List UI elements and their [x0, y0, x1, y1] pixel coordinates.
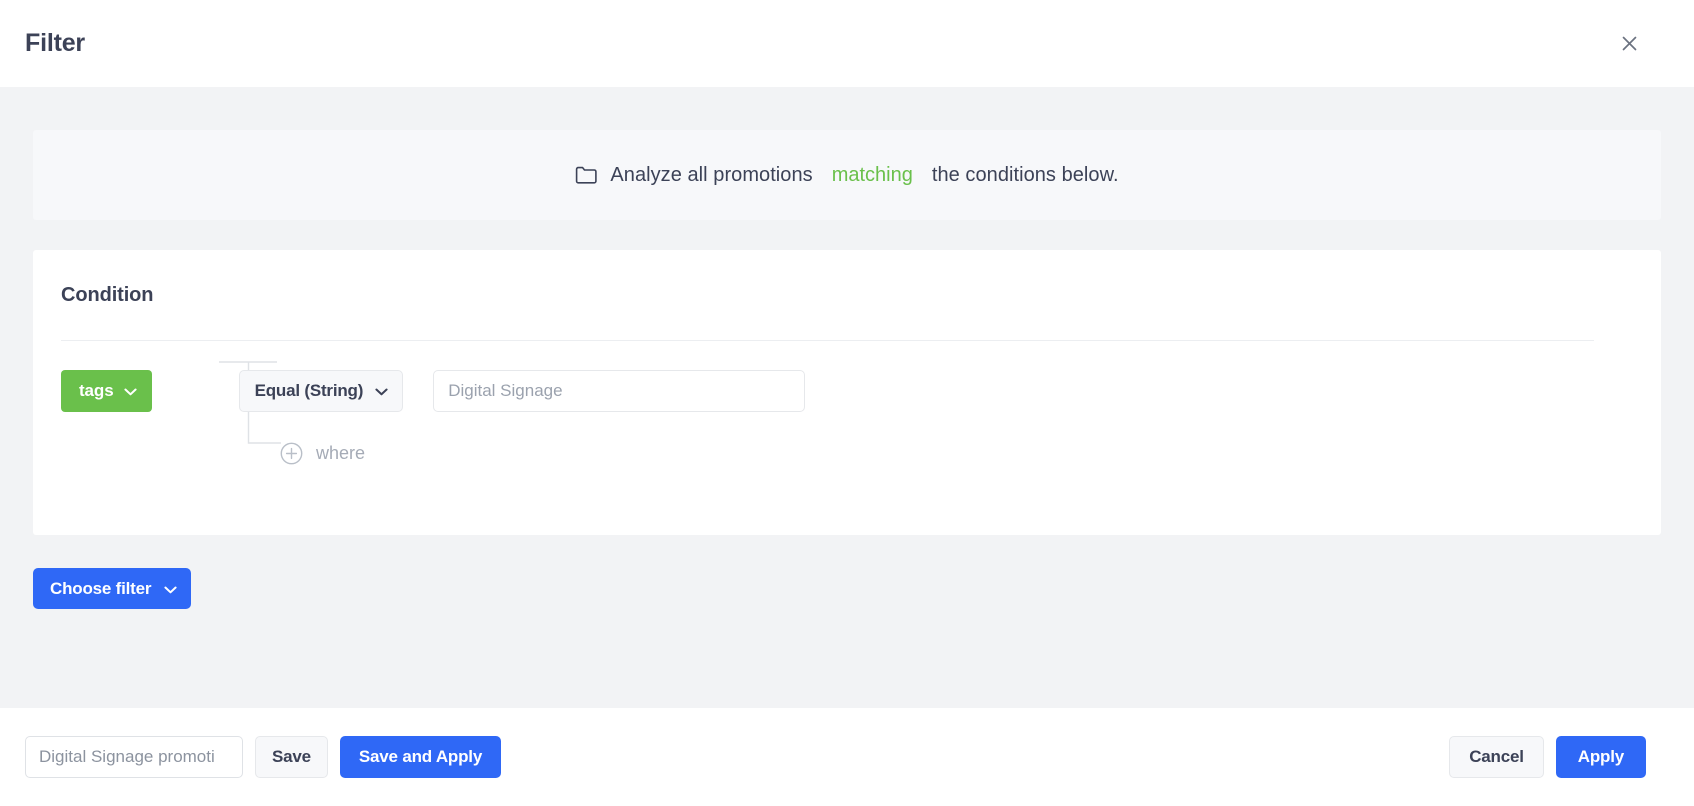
rule-operator-selector[interactable]: Equal (String)	[239, 370, 404, 412]
folder-icon	[575, 165, 598, 186]
footer-right-actions: Cancel Apply	[1449, 736, 1664, 778]
choose-filter-button[interactable]: Choose filter	[33, 568, 191, 609]
page-title: Filter	[25, 29, 85, 58]
filter-dialog: Filter Analyze all promotions matching t…	[0, 0, 1694, 806]
rule-field-selector[interactable]: tags	[61, 370, 152, 412]
filter-name-input[interactable]	[25, 736, 243, 778]
close-icon	[1619, 33, 1640, 54]
save-and-apply-button[interactable]: Save and Apply	[340, 736, 501, 778]
add-condition-row[interactable]: where	[280, 442, 365, 465]
banner-text-before: Analyze all promotions	[610, 164, 812, 187]
plus-circle-icon	[280, 442, 303, 465]
dialog-footer: Save Save and Apply Cancel Apply	[0, 708, 1694, 806]
chevron-down-icon	[164, 579, 177, 599]
banner-text-after: the conditions below.	[932, 164, 1119, 187]
condition-rule-row: tags Equal (String)	[61, 370, 1628, 412]
chevron-down-icon	[124, 381, 137, 401]
filter-summary-banner: Analyze all promotions matching the cond…	[33, 130, 1661, 220]
save-button[interactable]: Save	[255, 736, 328, 778]
footer-left-actions: Save Save and Apply	[25, 736, 501, 778]
dialog-body: Analyze all promotions matching the cond…	[0, 87, 1694, 708]
rule-area: tags Equal (String)	[61, 341, 1628, 465]
rule-value-input[interactable]	[433, 370, 805, 412]
condition-heading: Condition	[61, 284, 1628, 307]
rule-field-label: tags	[79, 381, 114, 401]
chevron-down-icon	[375, 381, 388, 401]
banner-highlight: matching	[825, 164, 920, 187]
apply-button[interactable]: Apply	[1556, 736, 1646, 778]
add-condition-label: where	[316, 443, 365, 464]
dialog-header: Filter	[0, 0, 1694, 87]
cancel-button[interactable]: Cancel	[1449, 736, 1544, 778]
rule-operator-label: Equal (String)	[255, 381, 364, 401]
condition-card: Condition tags	[33, 250, 1661, 535]
close-button[interactable]	[1612, 27, 1646, 61]
choose-filter-label: Choose filter	[50, 579, 151, 599]
